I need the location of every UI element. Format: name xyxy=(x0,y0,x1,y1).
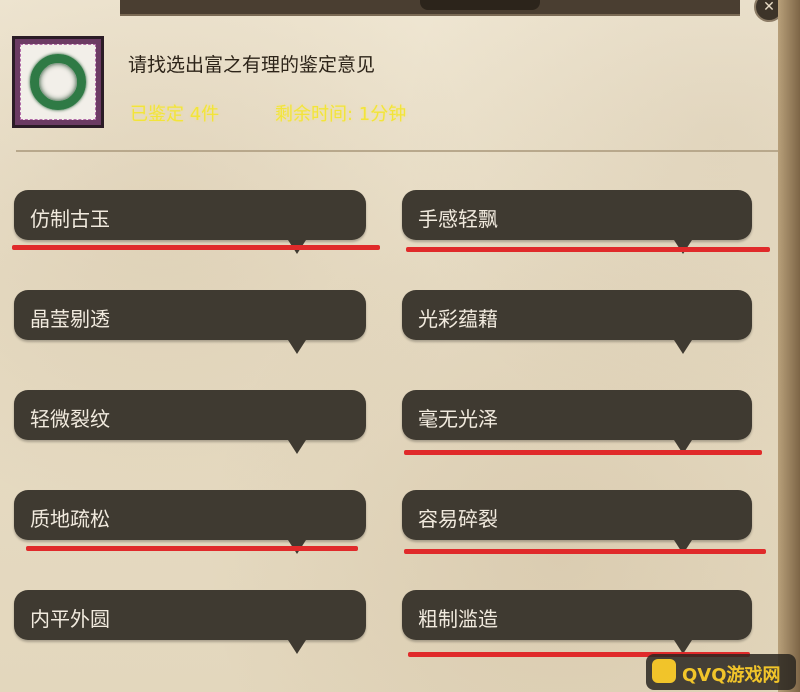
gamepad-logo-icon xyxy=(652,659,676,683)
appraisal-panel: ✕ 请找选出富之有理的鉴定意见 已鉴定 4件 剩余时间: 1分钟 仿制古玉 手感… xyxy=(0,0,800,692)
scroll-edge xyxy=(778,0,800,692)
item-slot-inner xyxy=(20,44,96,120)
option-label: 仿制古玉 xyxy=(30,207,110,231)
watermark: QVQ游戏网 xyxy=(646,654,796,690)
highlight-underline xyxy=(26,546,358,551)
option-label: 毫无光泽 xyxy=(418,407,498,431)
option-button[interactable]: 轻微裂纹 xyxy=(14,390,366,454)
option-button[interactable]: 毫无光泽 xyxy=(402,390,752,454)
option-label: 质地疏松 xyxy=(30,507,110,531)
option-label: 粗制滥造 xyxy=(418,607,498,631)
top-banner xyxy=(120,0,740,16)
option-label: 晶莹剔透 xyxy=(30,307,110,331)
question-prompt: 请找选出富之有理的鉴定意见 xyxy=(128,54,376,76)
option-button[interactable]: 手感轻飘 xyxy=(402,190,752,254)
highlight-underline xyxy=(404,549,766,554)
option-label: 内平外圆 xyxy=(30,607,110,631)
jade-bracelet-icon xyxy=(30,54,86,110)
watermark-text: QVQ游戏网 xyxy=(682,665,781,686)
highlight-underline xyxy=(12,245,380,250)
highlight-underline xyxy=(406,247,770,252)
option-button[interactable]: 仿制古玉 xyxy=(14,190,366,254)
option-button[interactable]: 容易碎裂 xyxy=(402,490,752,554)
option-button[interactable]: 晶莹剔透 xyxy=(14,290,366,354)
highlight-underline xyxy=(404,450,762,455)
divider xyxy=(16,150,778,152)
option-label: 光彩蕴藉 xyxy=(418,307,498,331)
option-label: 手感轻飘 xyxy=(418,207,498,231)
option-label: 容易碎裂 xyxy=(418,507,498,531)
item-slot[interactable] xyxy=(12,36,104,128)
option-button[interactable]: 粗制滥造 xyxy=(402,590,752,654)
appraised-count: 已鉴定 4件 xyxy=(130,104,220,125)
time-remaining: 剩余时间: 1分钟 xyxy=(275,104,407,125)
banner-title-plate xyxy=(420,0,540,10)
option-button[interactable]: 光彩蕴藉 xyxy=(402,290,752,354)
option-button[interactable]: 质地疏松 xyxy=(14,490,366,554)
option-label: 轻微裂纹 xyxy=(30,407,110,431)
option-button[interactable]: 内平外圆 xyxy=(14,590,366,654)
